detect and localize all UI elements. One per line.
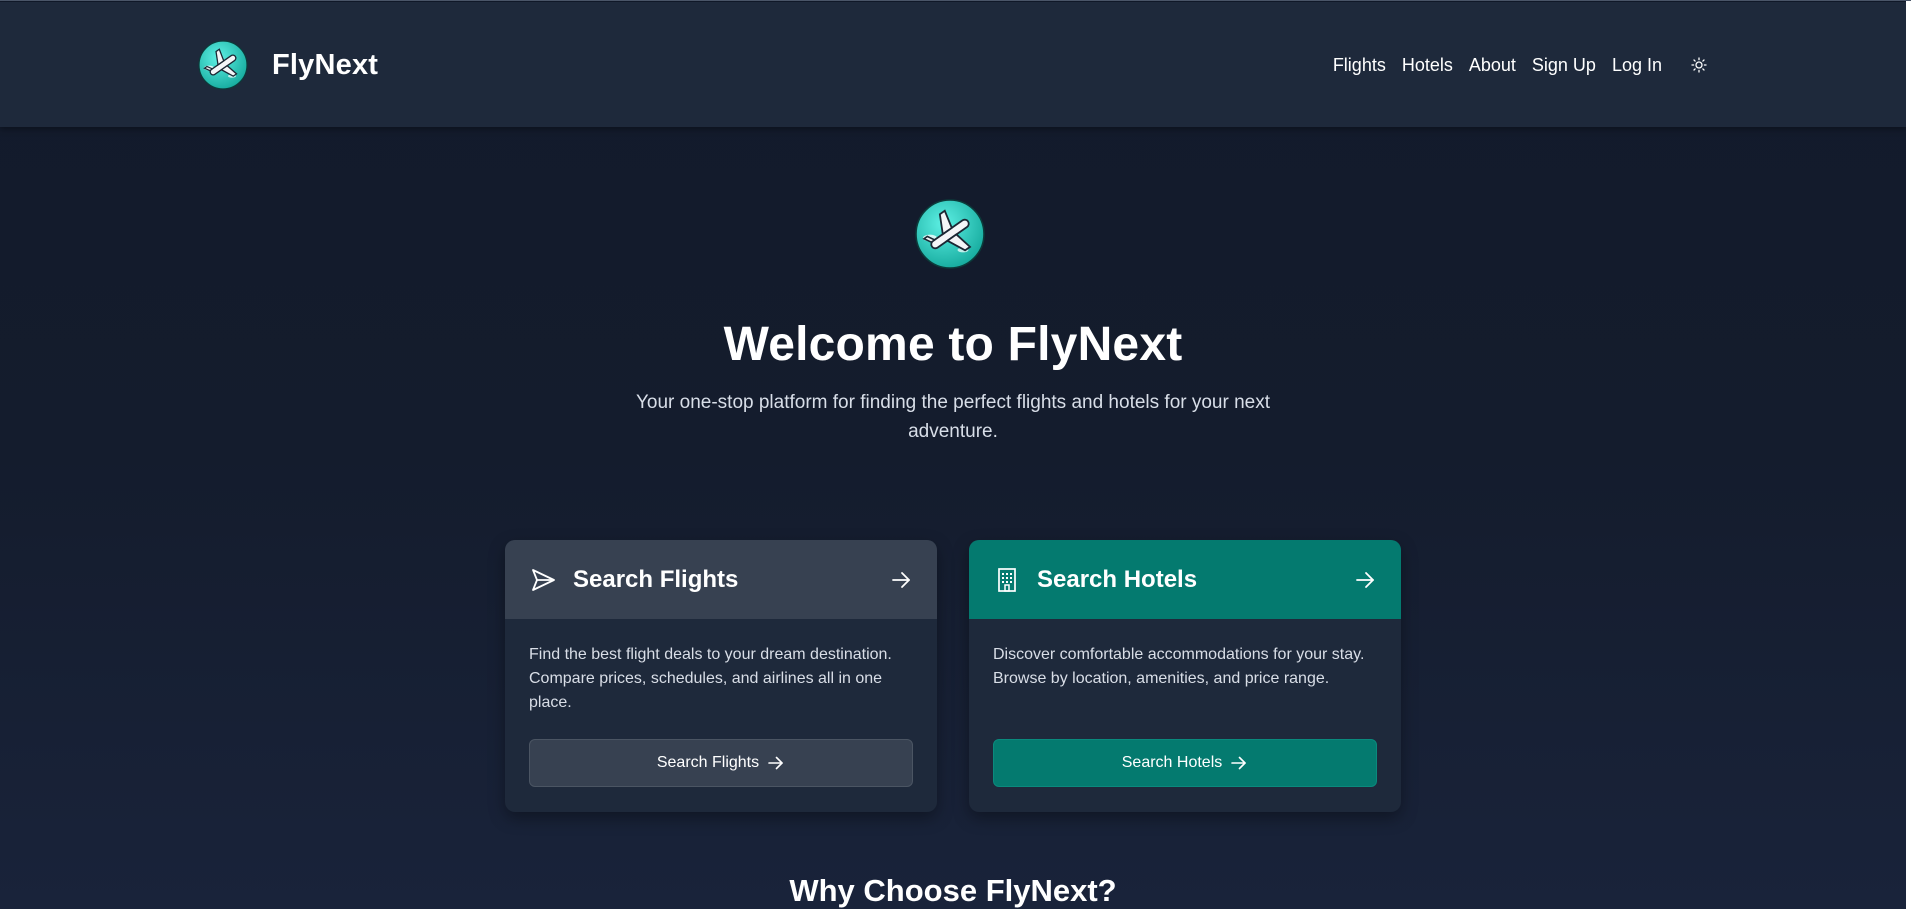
navbar: FlyNext Flights Hotels About Sign Up Log…	[0, 2, 1906, 127]
plane-logo-icon	[198, 40, 248, 90]
search-hotels-card: Search Hotels Discover comfortable accom…	[969, 540, 1401, 812]
search-flights-button[interactable]: Search Flights	[529, 739, 913, 787]
arrow-right-icon	[1230, 754, 1248, 772]
search-flights-card-description: Find the best flight deals to your dream…	[529, 646, 892, 711]
scrollbar-thumb[interactable]	[1906, 1, 1911, 641]
building-icon	[993, 566, 1021, 594]
page: FlyNext Flights Hotels About Sign Up Log…	[0, 0, 1911, 909]
theme-toggle-button[interactable]	[1686, 52, 1712, 78]
search-flights-card: Search Flights Find the best flight deal…	[505, 540, 937, 812]
search-hotels-card-title: Search Hotels	[1037, 565, 1198, 593]
search-hotels-button[interactable]: Search Hotels	[993, 739, 1377, 787]
hero-subtitle: Your one-stop platform for finding the p…	[635, 392, 1271, 442]
search-flights-card-title: Search Flights	[573, 565, 739, 593]
search-hotels-button-label: Search Hotels	[1121, 754, 1223, 771]
brand[interactable]: FlyNext	[198, 40, 378, 90]
nav-hotels[interactable]: Hotels	[1402, 52, 1453, 78]
nav-about[interactable]: About	[1469, 52, 1516, 78]
brand-name: FlyNext	[272, 48, 379, 81]
arrow-right-icon	[889, 568, 913, 592]
search-hotels-card-description: Discover comfortable accommodations for …	[993, 646, 1365, 687]
paper-plane-icon	[529, 566, 557, 594]
arrow-right-icon	[1353, 568, 1377, 592]
nav-sign-up[interactable]: Sign Up	[1532, 52, 1596, 78]
hero-title: Welcome to FlyNext	[723, 318, 1183, 371]
search-flights-card-header[interactable]: Search Flights	[505, 540, 937, 619]
nav-log-in[interactable]: Log In	[1612, 52, 1662, 78]
hero-plane-icon	[915, 199, 985, 269]
why-choose-heading: Why Choose FlyNext?	[789, 873, 1117, 908]
search-flights-button-label: Search Flights	[656, 754, 760, 771]
main-nav: Flights Hotels About Sign Up Log In	[1333, 52, 1712, 78]
search-hotels-card-header[interactable]: Search Hotels	[969, 540, 1401, 619]
scrollbar[interactable]	[1906, 1, 1911, 909]
arrow-right-icon	[767, 754, 785, 772]
sun-icon	[1691, 57, 1707, 73]
nav-flights[interactable]: Flights	[1333, 52, 1386, 78]
